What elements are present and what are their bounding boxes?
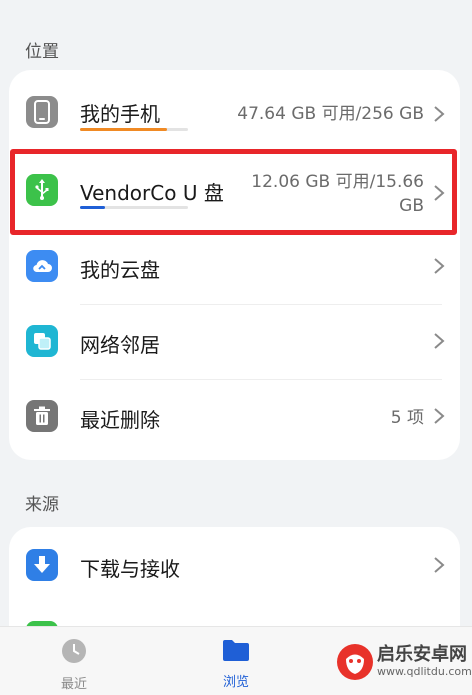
storage-value-line2: GB: [399, 196, 424, 216]
section-title-location: 位置: [25, 42, 59, 62]
chevron-right-icon: [434, 185, 445, 201]
storage-usage-fill: [80, 128, 168, 131]
storage-usage-bar: [80, 206, 188, 209]
tab-recent[interactable]: 最近: [34, 637, 114, 692]
clock-icon: [62, 639, 86, 663]
watermark-brand: 启乐安卓网: [377, 644, 467, 665]
storage-usage-fill: [80, 206, 105, 209]
trash-icon: [26, 400, 58, 432]
storage-value: 12.06 GB 可用/15.66 GB: [251, 170, 424, 218]
row-label: 下载与接收: [80, 557, 180, 581]
folder-icon: [223, 640, 249, 661]
network-icon: [26, 325, 58, 357]
location-item-usb-drive[interactable]: VendorCo U 盘 12.06 GB 可用/15.66 GB: [9, 152, 460, 234]
chevron-right-icon: [434, 106, 445, 122]
tab-recent-label: 最近: [60, 677, 87, 692]
row-label: 我的手机: [80, 102, 160, 126]
location-card: 我的手机 47.64 GB 可用/256 GB VendorCo U 盘 12.…: [9, 70, 460, 460]
watermark: 启乐安卓网 www.qdlitdu.com: [335, 632, 472, 692]
chevron-right-icon: [434, 333, 445, 349]
cloud-icon: [26, 250, 58, 282]
watermark-url: www.qdlitdu.com: [377, 665, 472, 678]
item-count: 5 项: [390, 408, 424, 428]
phone-icon: [26, 96, 58, 128]
chevron-right-icon: [434, 557, 445, 573]
section-title-source: 来源: [25, 495, 59, 515]
download-icon: [26, 549, 58, 581]
storage-value-line1: 12.06 GB 可用/15.66: [251, 172, 424, 192]
storage-value: 47.64 GB 可用/256 GB: [237, 104, 424, 124]
watermark-logo-icon: [337, 644, 373, 680]
storage-usage-bar: [80, 128, 188, 131]
tab-browse-label: 浏览: [222, 675, 249, 690]
tab-browse[interactable]: 浏览: [196, 637, 276, 690]
usb-icon: [26, 174, 58, 206]
row-label: 网络邻居: [80, 333, 160, 357]
row-label: VendorCo U 盘: [80, 181, 224, 205]
location-item-my-cloud[interactable]: 我的云盘: [9, 230, 460, 305]
chevron-right-icon: [434, 258, 445, 274]
location-item-my-phone[interactable]: 我的手机 47.64 GB 可用/256 GB: [9, 76, 460, 151]
chevron-right-icon: [434, 408, 445, 424]
row-label: 我的云盘: [80, 258, 160, 282]
source-item-downloads[interactable]: 下载与接收: [9, 529, 460, 604]
location-item-network-neighborhood[interactable]: 网络邻居: [9, 305, 460, 380]
location-item-recently-deleted[interactable]: 最近删除 5 项: [9, 380, 460, 455]
row-label: 最近删除: [80, 408, 160, 432]
